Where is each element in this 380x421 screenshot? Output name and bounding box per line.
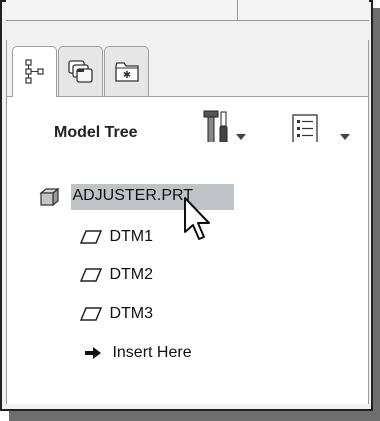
top-strip-divider (237, 0, 238, 20)
list-icon (292, 114, 318, 144)
folder-icon (67, 59, 93, 83)
tree-root-label: ADJUSTER.PRT (72, 187, 194, 205)
tab-model-tree[interactable] (12, 46, 57, 97)
mouse-cursor (183, 196, 211, 247)
tree-root-item[interactable]: ADJUSTER.PRT (38, 186, 194, 207)
pointer-icon (184, 197, 210, 240)
favorites-icon: ✱ (114, 61, 139, 82)
svg-text:✱: ✱ (122, 70, 130, 81)
window-shadow-right (373, 8, 380, 421)
tab-favorites[interactable]: ✱ (104, 46, 149, 96)
chevron-down-icon (340, 134, 350, 140)
top-strip (6, 0, 369, 21)
part-icon (39, 187, 60, 207)
tab-folder-browser[interactable] (58, 46, 103, 96)
model-tree (7, 142, 368, 404)
tree-item-label: Insert Here (112, 344, 192, 361)
tree-item-insert-here[interactable]: Insert Here (84, 344, 192, 362)
datum-plane-icon (79, 307, 103, 321)
tree-item-dtm3[interactable]: DTM3 (79, 305, 154, 323)
tree-icon (24, 59, 44, 84)
tree-item-label: DTM2 (109, 266, 154, 283)
chevron-down-icon (236, 134, 246, 140)
datum-plane-icon (79, 268, 103, 282)
datum-plane-icon (79, 230, 103, 244)
tools-icon (203, 110, 228, 145)
tree-item-dtm1[interactable]: DTM1 (79, 228, 154, 246)
model-tree-title: Model Tree (54, 124, 138, 141)
tree-item-label: DTM3 (109, 305, 154, 322)
window-shadow-bottom (9, 411, 380, 421)
tree-item-dtm2[interactable]: DTM2 (79, 266, 154, 284)
arrow-right-icon (85, 346, 101, 359)
tree-item-label: DTM1 (109, 228, 154, 245)
